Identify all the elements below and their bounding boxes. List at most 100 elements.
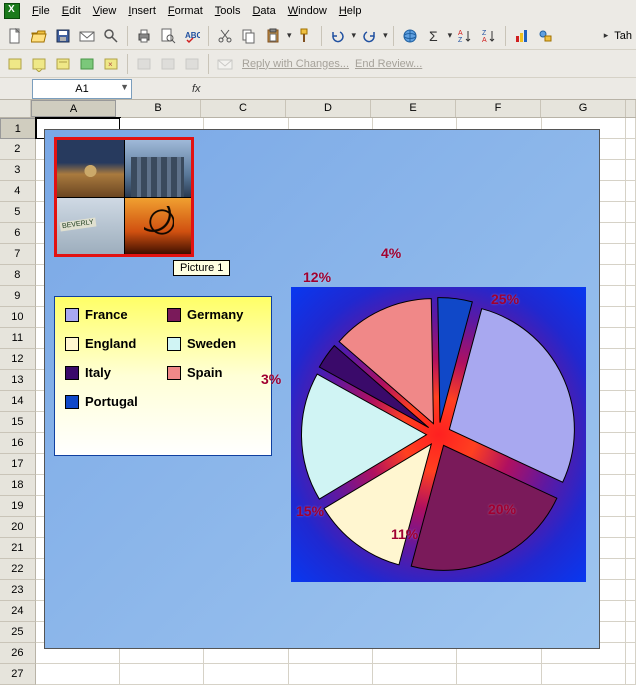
legend-item-spain[interactable]: Spain — [167, 365, 261, 380]
row-header-8[interactable]: 8 — [0, 265, 36, 286]
row-header-22[interactable]: 22 — [0, 559, 36, 580]
menu-tools[interactable]: Tools — [209, 3, 247, 19]
col-header-D[interactable]: D — [286, 100, 371, 117]
row-header-1[interactable]: 1 — [0, 118, 36, 139]
pie-slice-france[interactable] — [449, 309, 574, 483]
name-box-dropdown[interactable]: ▼ — [120, 82, 129, 92]
menu-format[interactable]: Format — [162, 3, 209, 19]
picture-move-handle[interactable] — [115, 188, 133, 206]
redo-icon[interactable] — [358, 25, 380, 47]
open-icon[interactable] — [28, 25, 50, 47]
row-header-20[interactable]: 20 — [0, 517, 36, 538]
hyperlink-icon[interactable] — [399, 25, 421, 47]
cell-B27[interactable] — [120, 664, 204, 685]
row-header-14[interactable]: 14 — [0, 391, 36, 412]
row-header-19[interactable]: 19 — [0, 496, 36, 517]
row-header-12[interactable]: 12 — [0, 349, 36, 370]
review-icon-6[interactable] — [133, 53, 155, 75]
menu-help[interactable]: Help — [333, 3, 368, 19]
row-header-11[interactable]: 11 — [0, 328, 36, 349]
toolbar-options-dropdown[interactable]: ▸ — [604, 30, 609, 41]
cell-F27[interactable] — [457, 664, 541, 685]
row-header-15[interactable]: 15 — [0, 412, 36, 433]
legend-item-italy[interactable]: Italy — [65, 365, 159, 380]
redo-dropdown[interactable]: ▾ — [383, 30, 388, 41]
row-header-24[interactable]: 24 — [0, 601, 36, 622]
autosum-icon[interactable]: Σ — [423, 25, 445, 47]
format-painter-icon[interactable] — [294, 25, 316, 47]
drawing-icon[interactable] — [535, 25, 557, 47]
reply-with-changes-label[interactable]: Reply with Changes... — [242, 58, 349, 70]
chart-legend[interactable]: France Germany England Sweden Italy Spain Port… — [54, 296, 272, 456]
review-icon-1[interactable] — [4, 53, 26, 75]
row-header-6[interactable]: 6 — [0, 223, 36, 244]
col-header-F[interactable]: F — [456, 100, 541, 117]
chart-wizard-icon[interactable] — [511, 25, 533, 47]
review-icon-8[interactable] — [181, 53, 203, 75]
review-icon-3[interactable] — [52, 53, 74, 75]
review-mail-icon[interactable] — [214, 53, 236, 75]
new-icon[interactable] — [4, 25, 26, 47]
cut-icon[interactable] — [214, 25, 236, 47]
legend-item-germany[interactable]: Germany — [167, 307, 261, 322]
review-icon-4[interactable] — [76, 53, 98, 75]
row-header-26[interactable]: 26 — [0, 643, 36, 664]
col-header-G[interactable]: G — [541, 100, 626, 117]
row-header-3[interactable]: 3 — [0, 160, 36, 181]
legend-item-portugal[interactable]: Portugal — [65, 394, 159, 409]
worksheet-grid[interactable]: ABCDEFG 12345678910111213141516171819202… — [0, 100, 636, 685]
menu-insert[interactable]: Insert — [122, 3, 162, 19]
menu-window[interactable]: Window — [282, 3, 333, 19]
col-header-B[interactable]: B — [116, 100, 201, 117]
row-header-18[interactable]: 18 — [0, 475, 36, 496]
fx-label[interactable]: fx — [192, 83, 201, 95]
row-header-27[interactable]: 27 — [0, 664, 36, 685]
row-header-23[interactable]: 23 — [0, 580, 36, 601]
select-all-corner[interactable] — [0, 100, 31, 117]
print-preview-icon[interactable] — [157, 25, 179, 47]
menu-data[interactable]: Data — [246, 3, 281, 19]
end-review-label[interactable]: End Review... — [355, 58, 422, 70]
save-icon[interactable] — [52, 25, 74, 47]
row-header-5[interactable]: 5 — [0, 202, 36, 223]
sort-asc-icon[interactable]: AZ — [454, 25, 476, 47]
font-name-preview[interactable]: Tah — [614, 30, 632, 42]
spellcheck-icon[interactable]: ABC — [181, 25, 203, 47]
autosum-dropdown[interactable]: ▾ — [448, 30, 453, 41]
paste-dropdown[interactable]: ▾ — [287, 30, 292, 41]
legend-item-sweden[interactable]: Sweden — [167, 336, 261, 351]
row-header-13[interactable]: 13 — [0, 370, 36, 391]
row-header-4[interactable]: 4 — [0, 181, 36, 202]
row-header-10[interactable]: 10 — [0, 307, 36, 328]
undo-dropdown[interactable]: ▾ — [352, 30, 357, 41]
review-icon-5[interactable]: × — [100, 53, 122, 75]
review-icon-2[interactable] — [28, 53, 50, 75]
name-box[interactable]: A1 ▼ — [32, 79, 132, 99]
sort-desc-icon[interactable]: ZA — [478, 25, 500, 47]
print-icon[interactable] — [133, 25, 155, 47]
menu-edit[interactable]: Edit — [56, 3, 87, 19]
cell-E27[interactable] — [373, 664, 457, 685]
copy-icon[interactable] — [238, 25, 260, 47]
legend-item-england[interactable]: England — [65, 336, 159, 351]
search-icon[interactable] — [100, 25, 122, 47]
menu-view[interactable]: View — [87, 3, 123, 19]
col-header-C[interactable]: C — [201, 100, 286, 117]
picture-1[interactable] — [54, 137, 194, 257]
review-icon-7[interactable] — [157, 53, 179, 75]
row-header-2[interactable]: 2 — [0, 139, 36, 160]
row-header-21[interactable]: 21 — [0, 538, 36, 559]
pie-chart[interactable] — [291, 287, 586, 582]
cell-C27[interactable] — [204, 664, 288, 685]
col-header-E[interactable]: E — [371, 100, 456, 117]
undo-icon[interactable] — [327, 25, 349, 47]
col-header-A[interactable]: A — [31, 100, 116, 117]
menu-file[interactable]: File — [26, 3, 56, 19]
legend-item-france[interactable]: France — [65, 307, 159, 322]
mail-icon[interactable] — [76, 25, 98, 47]
row-header-16[interactable]: 16 — [0, 433, 36, 454]
row-header-17[interactable]: 17 — [0, 454, 36, 475]
cell-D27[interactable] — [289, 664, 373, 685]
row-header-9[interactable]: 9 — [0, 286, 36, 307]
row-header-25[interactable]: 25 — [0, 622, 36, 643]
